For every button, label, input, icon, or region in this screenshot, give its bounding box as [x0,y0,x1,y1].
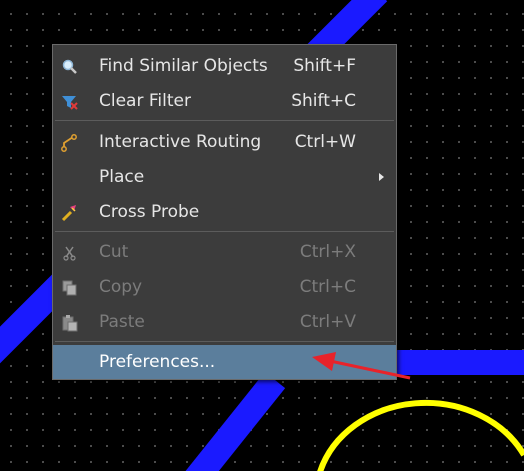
menu-item-label: Find Similar Objects [99,56,268,76]
pcb-track-right [395,350,524,375]
menu-item-place[interactable]: Place [53,160,396,194]
context-menu: Find Similar Objects Shift+F Clear Filte… [52,44,397,380]
menu-item-label: Cut [99,242,129,262]
paste-icon [62,315,78,332]
cut-icon [63,246,76,261]
pcb-track-bottom [185,371,286,471]
menu-item-find-similar-objects[interactable]: Find Similar Objects Shift+F [53,49,396,83]
clear-filter-icon [62,96,78,110]
search-icon [62,59,77,74]
menu-item-shortcut: Shift+C [291,91,356,111]
menu-item-label: Copy [99,277,143,297]
menu-item-clear-filter[interactable]: Clear Filter Shift+C [53,84,396,118]
menu-item-label: Cross Probe [99,202,200,222]
menu-item-shortcut: Ctrl+C [299,277,356,297]
menu-item-interactive-routing[interactable]: Interactive Routing Ctrl+W [53,125,396,159]
menu-item-cross-probe[interactable]: Cross Probe [53,195,396,229]
menu-item-label: Interactive Routing [99,132,262,152]
menu-item-copy[interactable]: Copy Ctrl+C [53,270,396,304]
menu-separator [55,341,394,342]
submenu-arrow-icon [379,173,384,181]
menu-item-cut[interactable]: Cut Ctrl+X [53,235,396,269]
menu-separator [55,231,394,232]
pcb-arc [317,399,524,471]
menu-item-paste[interactable]: Paste Ctrl+V [53,305,396,339]
menu-item-label: Preferences... [99,352,216,372]
menu-item-shortcut: Shift+F [293,56,356,76]
menu-item-shortcut: Ctrl+X [299,242,356,262]
menu-separator [55,120,394,121]
cross-probe-icon [61,205,76,222]
menu-item-shortcut: Ctrl+V [299,312,356,332]
copy-icon [62,280,77,296]
menu-item-preferences[interactable]: Preferences... [53,345,396,379]
menu-item-label: Place [99,167,145,187]
interactive-routing-icon [61,134,77,152]
menu-item-label: Clear Filter [99,91,191,111]
menu-item-shortcut: Ctrl+W [294,132,356,152]
menu-item-label: Paste [99,312,145,332]
